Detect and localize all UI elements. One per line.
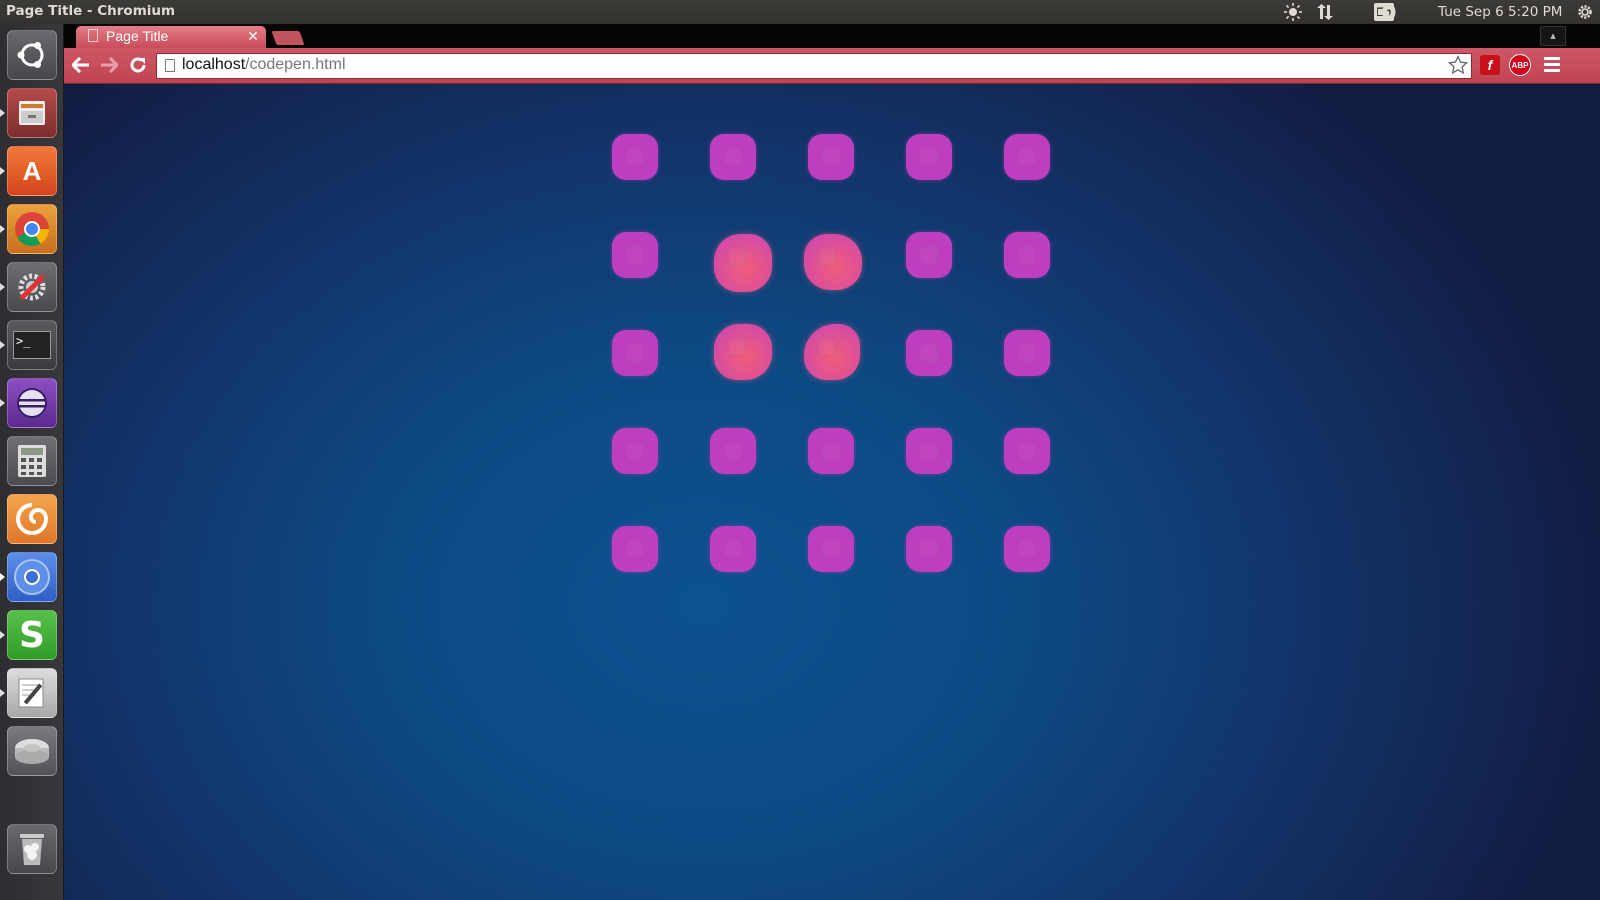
blob[interactable] [612, 526, 658, 572]
address-bar[interactable] [156, 53, 1472, 79]
blob[interactable] [906, 428, 952, 474]
trash-icon[interactable] [7, 824, 57, 874]
running-pip [0, 283, 5, 291]
running-pip [0, 689, 5, 697]
shopping-bag-icon[interactable]: A [7, 146, 57, 196]
running-pip [0, 399, 5, 407]
text-editor-icon[interactable] [7, 668, 57, 718]
top-panel: Page Title - Chromium En Tue Sep 6 5:20 … [0, 0, 1600, 24]
running-pip [0, 631, 5, 639]
blob[interactable] [1004, 330, 1050, 376]
blob[interactable] [906, 232, 952, 278]
blob[interactable] [808, 428, 854, 474]
blob-grid [612, 134, 1052, 574]
eclipse-icon[interactable] [7, 378, 57, 428]
running-pip [0, 109, 5, 117]
hard-drive-icon[interactable] [7, 726, 57, 776]
file-cabinet-icon[interactable] [7, 88, 57, 138]
blob[interactable] [1004, 232, 1050, 278]
volume-icon[interactable] [1376, 2, 1398, 22]
blob[interactable] [1004, 134, 1050, 180]
blob[interactable] [612, 428, 658, 474]
blob-hovered[interactable] [804, 234, 862, 290]
running-pip [0, 225, 5, 233]
url-host[interactable]: localhost [182, 56, 245, 74]
green-s-icon[interactable]: S [7, 610, 57, 660]
blob-hovered[interactable] [804, 324, 860, 380]
window-title: Page Title - Chromium [6, 3, 176, 19]
blob[interactable] [612, 134, 658, 180]
menu-hamburger-icon[interactable] [1544, 57, 1560, 73]
running-pip [0, 167, 5, 175]
brightness-icon[interactable] [1282, 2, 1304, 22]
adblock-extension-icon[interactable]: ABP [1509, 54, 1531, 76]
blob[interactable] [906, 134, 952, 180]
blob[interactable] [1004, 526, 1050, 572]
blob[interactable] [808, 134, 854, 180]
blob-hovered[interactable] [714, 324, 772, 380]
blob[interactable] [1004, 428, 1050, 474]
page-viewport [64, 84, 1600, 900]
tab-close-icon[interactable]: ✕ [246, 28, 260, 45]
blob-hovered[interactable] [714, 234, 772, 292]
blob[interactable] [710, 134, 756, 180]
blob[interactable] [808, 526, 854, 572]
flash-extension-icon[interactable]: f [1480, 55, 1500, 75]
ubuntu-logo-icon[interactable] [7, 30, 57, 80]
blob[interactable] [906, 526, 952, 572]
unity-launcher: A >_ S [0, 24, 64, 900]
network-icon[interactable] [1314, 2, 1334, 22]
tab-title[interactable]: Page Title [106, 28, 168, 44]
reload-icon[interactable] [127, 54, 149, 76]
blob[interactable] [612, 232, 658, 278]
settings-gear-icon[interactable] [1574, 2, 1596, 22]
chromium-icon[interactable] [7, 552, 57, 602]
back-arrow-icon[interactable] [70, 54, 92, 76]
terminal-icon[interactable]: >_ [7, 320, 57, 370]
blob[interactable] [906, 330, 952, 376]
wrench-gear-icon[interactable] [7, 262, 57, 312]
forward-arrow-icon[interactable] [98, 54, 120, 76]
meld-swirl-icon[interactable] [7, 494, 57, 544]
running-pip [0, 573, 5, 581]
profile-icon[interactable]: ▴ [1540, 26, 1566, 46]
chrome-icon[interactable] [7, 204, 57, 254]
new-tab-button[interactable] [271, 31, 305, 45]
page-info-icon[interactable] [165, 59, 175, 72]
clock[interactable]: Tue Sep 6 5:20 PM [1438, 4, 1562, 20]
calculator-icon[interactable] [7, 436, 57, 486]
blob[interactable] [710, 428, 756, 474]
blob[interactable] [710, 526, 756, 572]
url-path[interactable]: /codepen.html [245, 56, 346, 74]
tab-page-title[interactable] [76, 26, 266, 50]
page-document-icon [88, 29, 98, 42]
blob[interactable] [612, 330, 658, 376]
bookmark-star-icon[interactable] [1447, 54, 1469, 80]
running-pip [0, 341, 5, 349]
